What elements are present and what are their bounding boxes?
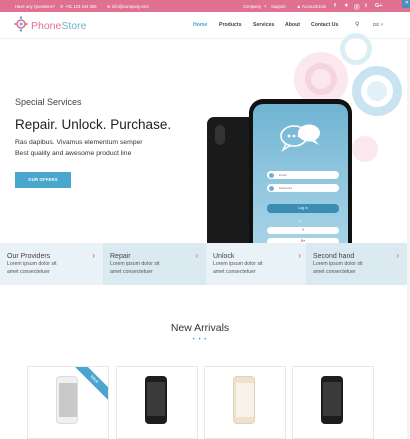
service-unlock[interactable]: Unlock Lorem ipsum dolor sit amet consec… — [206, 243, 309, 285]
product-image — [233, 376, 255, 424]
hero-title: Repair. Unlock. Purchase. — [15, 117, 172, 132]
decor-circle — [305, 63, 337, 95]
top-bar-question: Have any Questions? — [15, 3, 56, 9]
password-field: Password — [267, 184, 339, 192]
new-arrivals-title: New Arrivals — [170, 322, 230, 334]
nav-services[interactable]: Services — [253, 22, 274, 28]
logo-icon[interactable] — [14, 16, 28, 32]
product-image — [321, 376, 343, 424]
account-link[interactable]: Account/Join — [302, 4, 326, 9]
decor-circle — [352, 136, 378, 162]
nav-home[interactable]: Home — [193, 22, 207, 28]
hero-kicker: Special Services — [15, 97, 82, 107]
decor-circle — [340, 33, 372, 65]
product-card[interactable]: SALE — [27, 366, 109, 439]
service-text: amet consectetuer — [313, 269, 356, 275]
tumblr-icon[interactable]: t — [365, 3, 367, 9]
google-plus-icon[interactable]: G+ — [375, 3, 383, 9]
nav-products[interactable]: Products — [219, 22, 241, 28]
email-field: Email — [267, 171, 339, 179]
service-text: amet consectetuer — [213, 269, 256, 275]
search-icon[interactable]: ⚲ — [355, 21, 359, 28]
service-text: amet consectetuer — [110, 269, 153, 275]
nav-contact[interactable]: Contact Us — [311, 22, 338, 28]
service-title: Repair — [110, 253, 131, 260]
chevron-right-icon: › — [298, 251, 301, 260]
facebook-icon[interactable]: f — [334, 3, 336, 9]
section-dots: • • • — [192, 337, 208, 343]
facebook-login-button: f — [267, 227, 339, 234]
brand-part-1: Phone — [31, 20, 62, 32]
mail-icon: ✉ — [107, 3, 111, 9]
hero-subtitle-1: Ras dapibus. Vivamus elementum semper — [15, 139, 143, 146]
twitter-icon[interactable]: ✦ — [344, 3, 349, 9]
chevron-right-icon: › — [396, 251, 399, 260]
top-bar-email[interactable]: info@company.com — [112, 4, 149, 9]
service-text: Lorem ipsum dolor sit — [313, 261, 363, 267]
product-image — [145, 376, 167, 424]
company-menu[interactable]: Company — [243, 4, 261, 9]
product-card[interactable] — [292, 366, 374, 439]
phone-screen-image — [147, 382, 165, 416]
product-card[interactable] — [116, 366, 198, 439]
phone-screen-image — [236, 383, 254, 417]
phone-screen: Email Password Log in or f G+ — [253, 104, 348, 245]
user-icon — [269, 172, 274, 178]
phone-icon: ✆ — [60, 3, 64, 9]
brand-part-2: Store — [61, 20, 87, 32]
our-offers-button[interactable]: OUR OFFERS — [15, 172, 71, 188]
service-second-hand[interactable]: Second hand Lorem ipsum dolor sit amet c… — [306, 243, 407, 285]
pinterest-icon[interactable]: ⓟ — [354, 3, 360, 11]
or-divider: or — [299, 219, 302, 223]
service-repair[interactable]: Repair Lorem ipsum dolor sit amet consec… — [103, 243, 206, 285]
phone-back-image — [207, 117, 251, 245]
support-link[interactable]: Support — [271, 4, 286, 9]
phone-screen-image — [59, 383, 77, 417]
service-text: Lorem ipsum dolor sit — [213, 261, 263, 267]
chat-bubbles-icon — [280, 124, 320, 152]
product-card[interactable] — [204, 366, 286, 439]
language-selector[interactable]: DE ˅ — [373, 22, 383, 27]
service-title: Unlock — [213, 253, 235, 260]
phone-front-image: Email Password Log in or f G+ — [249, 99, 352, 245]
chevron-right-icon: › — [92, 251, 95, 260]
nav-about[interactable]: About — [285, 22, 300, 28]
lock-icon — [269, 185, 274, 191]
camera-icon — [215, 125, 225, 145]
product-image — [56, 376, 78, 424]
login-button: Log in — [267, 204, 339, 213]
hero-subtitle-2: Best quality and awesome product line — [15, 150, 132, 157]
chevron-right-icon: › — [195, 251, 198, 260]
brand-logo[interactable]: PhoneStore — [31, 20, 86, 32]
service-title: Our Providers — [7, 253, 51, 260]
user-icon: ♟ — [297, 3, 301, 9]
chevron-down-icon: ˅ — [264, 3, 267, 9]
service-text: Lorem ipsum dolor sit — [110, 261, 160, 267]
decor-circle — [367, 81, 387, 101]
top-bar: Have any Questions? ✆ +01 123 444 555 ✉ … — [0, 0, 410, 12]
close-icon[interactable]: ✕ — [405, 0, 409, 6]
top-bar-phone[interactable]: +01 123 444 555 — [65, 4, 97, 9]
service-our-providers[interactable]: Our Providers Lorem ipsum dolor sit amet… — [0, 243, 103, 285]
phone-screen-image — [323, 382, 341, 416]
service-text: amet consectetuer — [7, 269, 50, 275]
service-text: Lorem ipsum dolor sit — [7, 261, 57, 267]
service-title: Second hand — [313, 253, 355, 260]
